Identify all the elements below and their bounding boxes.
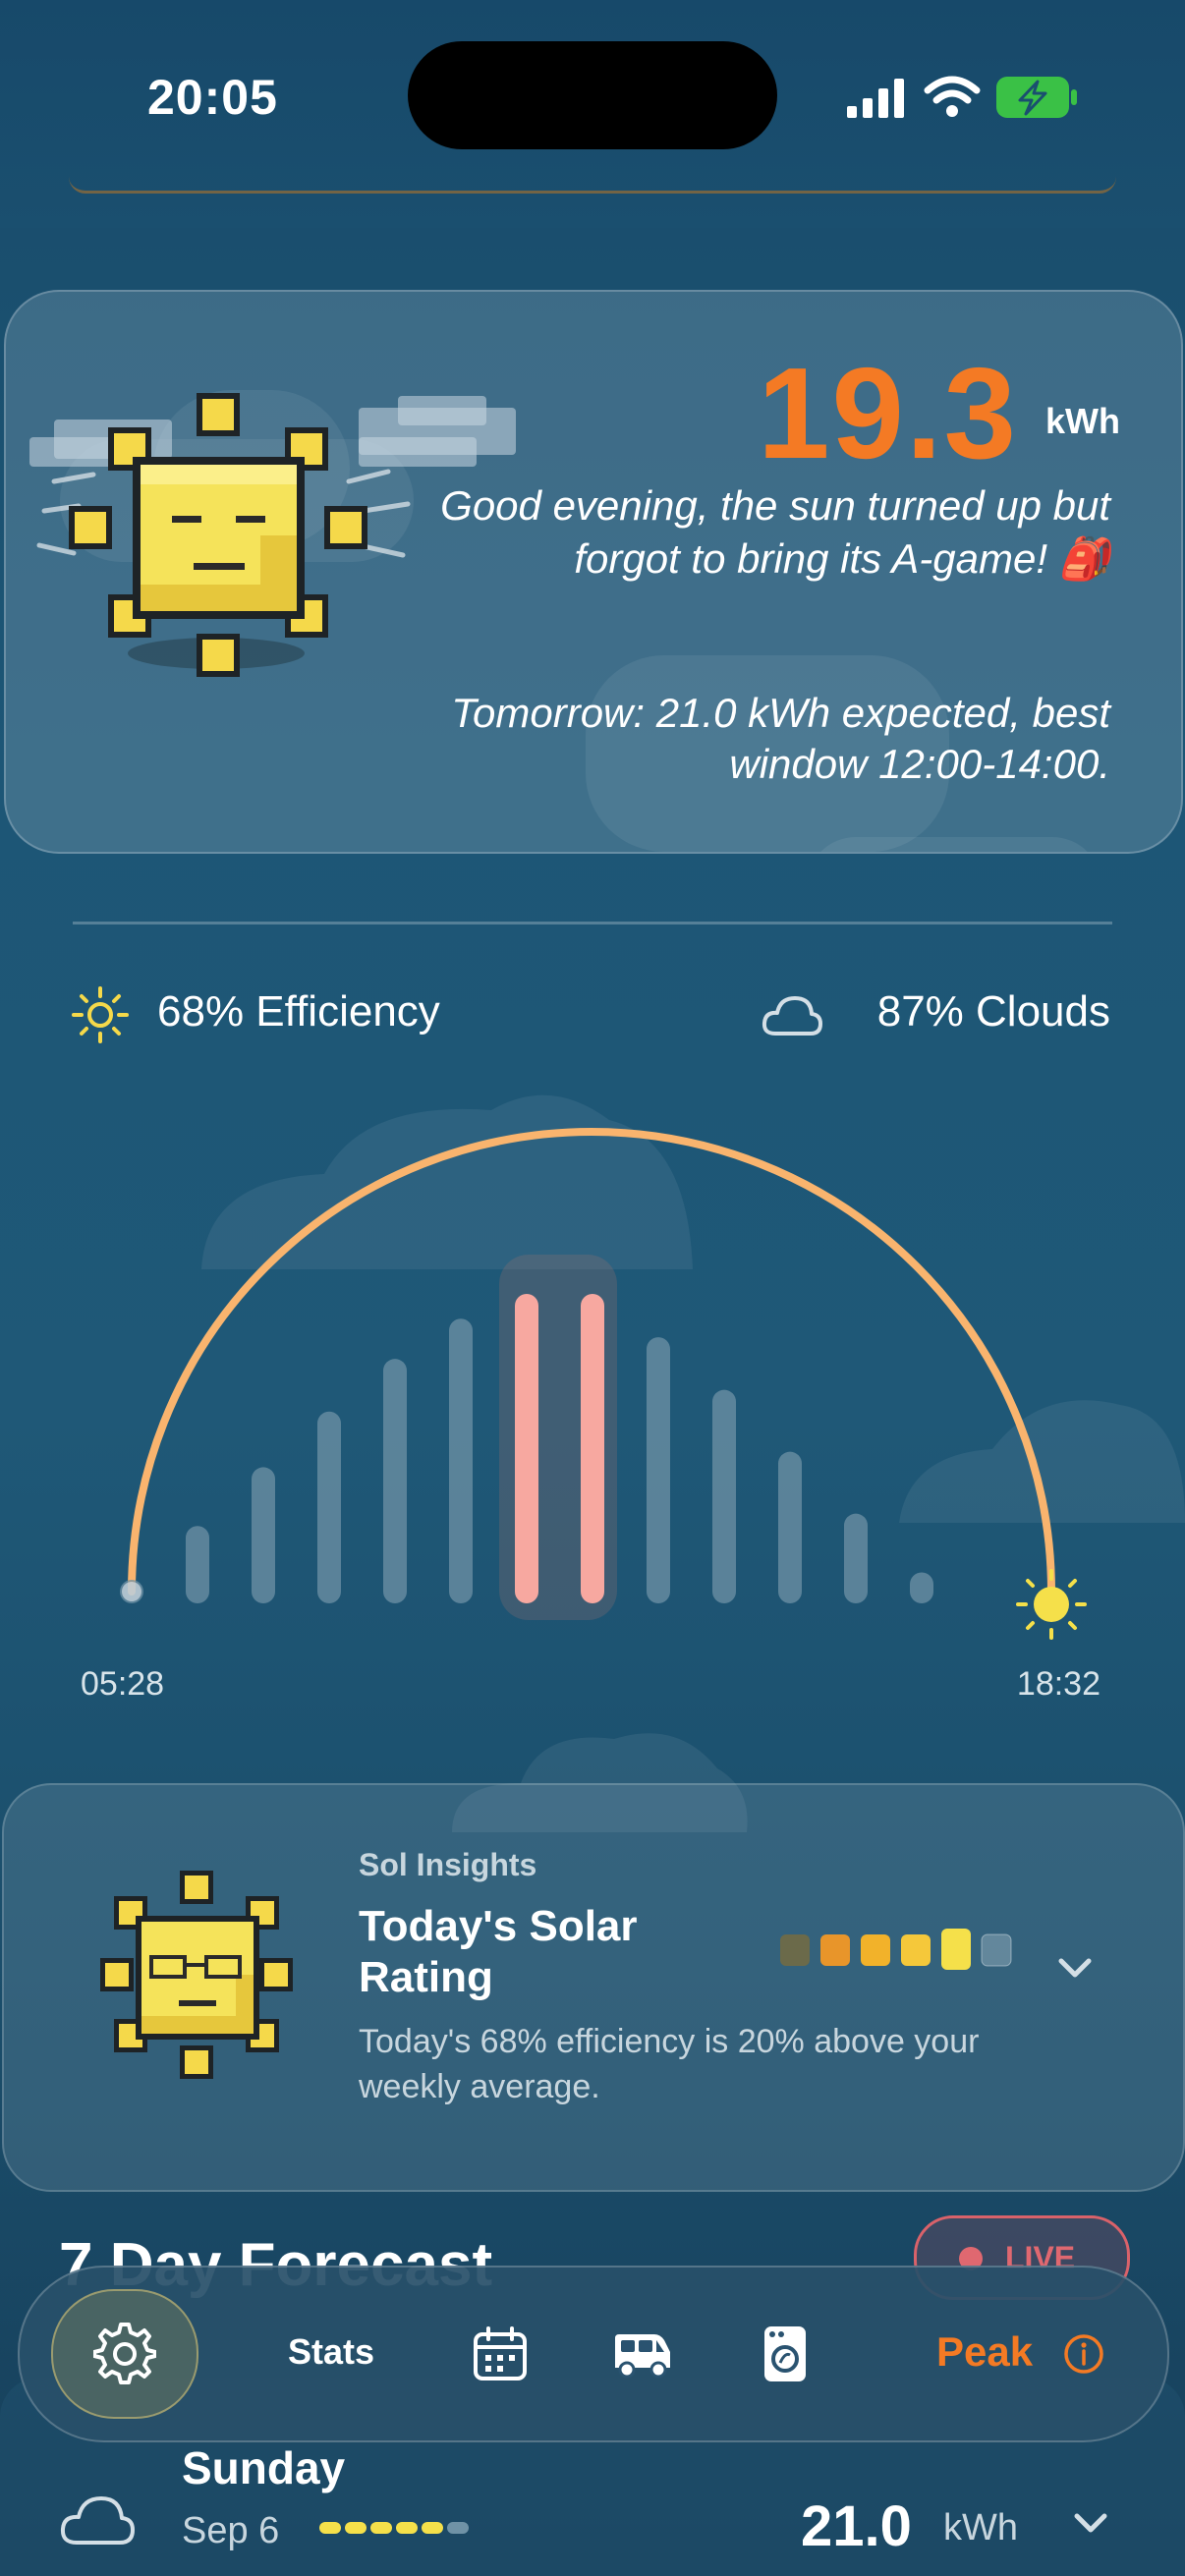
wifi-icon: [924, 76, 981, 117]
production-bar: [910, 1572, 933, 1603]
cloud-icon: [60, 2496, 135, 2545]
rating-segment: [901, 1934, 931, 1966]
section-divider: [73, 922, 1112, 924]
solar-production-chart: [120, 1094, 1185, 1640]
production-bar: [186, 1526, 209, 1603]
insights-kicker: Sol Insights: [359, 1847, 537, 1882]
gear-icon: [93, 2323, 156, 2384]
tomorrow-forecast-text: Tomorrow: 21.0 kWh expected, best window…: [451, 690, 1110, 787]
production-bar: [252, 1467, 275, 1603]
peak-production-bar: [581, 1294, 604, 1603]
sunrise-marker: [122, 1582, 141, 1601]
energy-unit: kWh: [1045, 401, 1120, 441]
efficiency-stat: 68% Efficiency: [157, 987, 440, 1036]
rating-segment: [861, 1934, 890, 1966]
greeting-message: Good evening, the sun turned up but forg…: [440, 482, 1110, 582]
solar-rating-meter: [780, 1929, 1012, 1970]
rating-segment: [981, 1933, 1012, 1967]
dynamic-island: [408, 41, 777, 149]
forecast-rating-dots: [319, 2522, 469, 2534]
forecast-energy-value: 21.0: [801, 2494, 912, 2558]
sunset-time: 18:32: [1016, 1665, 1100, 1703]
forecast-day-name: Sunday: [182, 2442, 346, 2493]
production-bar: [647, 1337, 670, 1603]
production-bar: [383, 1359, 407, 1603]
tab-settings[interactable]: [51, 2289, 198, 2419]
peak-production-bar: [515, 1294, 538, 1603]
production-bar: [317, 1411, 341, 1603]
washing-machine-icon[interactable]: [762, 2324, 808, 2383]
forecast-date: Sep 6: [182, 2510, 280, 2551]
tab-stats[interactable]: Stats: [288, 2331, 374, 2373]
production-bar: [449, 1318, 473, 1603]
calendar-icon[interactable]: [472, 2325, 529, 2382]
insights-title: Today's Solar Rating: [359, 1902, 638, 2001]
rating-segment: [820, 1934, 850, 1966]
cloud-icon: [762, 996, 822, 1036]
insights-description: Today's 68% efficiency is 20% above your…: [359, 2023, 980, 2105]
production-bar: [712, 1389, 736, 1603]
van-icon[interactable]: [611, 2330, 674, 2380]
battery-charging-icon: [996, 77, 1077, 118]
production-bar: [844, 1513, 868, 1603]
chevron-down-icon[interactable]: [1071, 2510, 1110, 2538]
sun-icon: [72, 986, 129, 1043]
rating-segment: [780, 1934, 810, 1966]
background-cloud: [452, 1733, 748, 1832]
sunrise-time: 05:28: [81, 1665, 165, 1703]
info-icon[interactable]: [1063, 2333, 1104, 2375]
sun-mascot-glasses-icon: [100, 1871, 293, 2079]
chevron-down-icon[interactable]: [1055, 1955, 1095, 1983]
energy-today-value: 19.3: [758, 341, 1018, 485]
forecast-energy-unit: kWh: [943, 2507, 1018, 2548]
rating-segment: [941, 1929, 971, 1970]
cellular-signal-icon: [847, 79, 904, 118]
production-bar: [778, 1451, 802, 1603]
tab-peak[interactable]: Peak: [936, 2328, 1033, 2376]
status-time: 20:05: [147, 70, 278, 125]
clouds-stat: 87% Clouds: [876, 987, 1110, 1036]
